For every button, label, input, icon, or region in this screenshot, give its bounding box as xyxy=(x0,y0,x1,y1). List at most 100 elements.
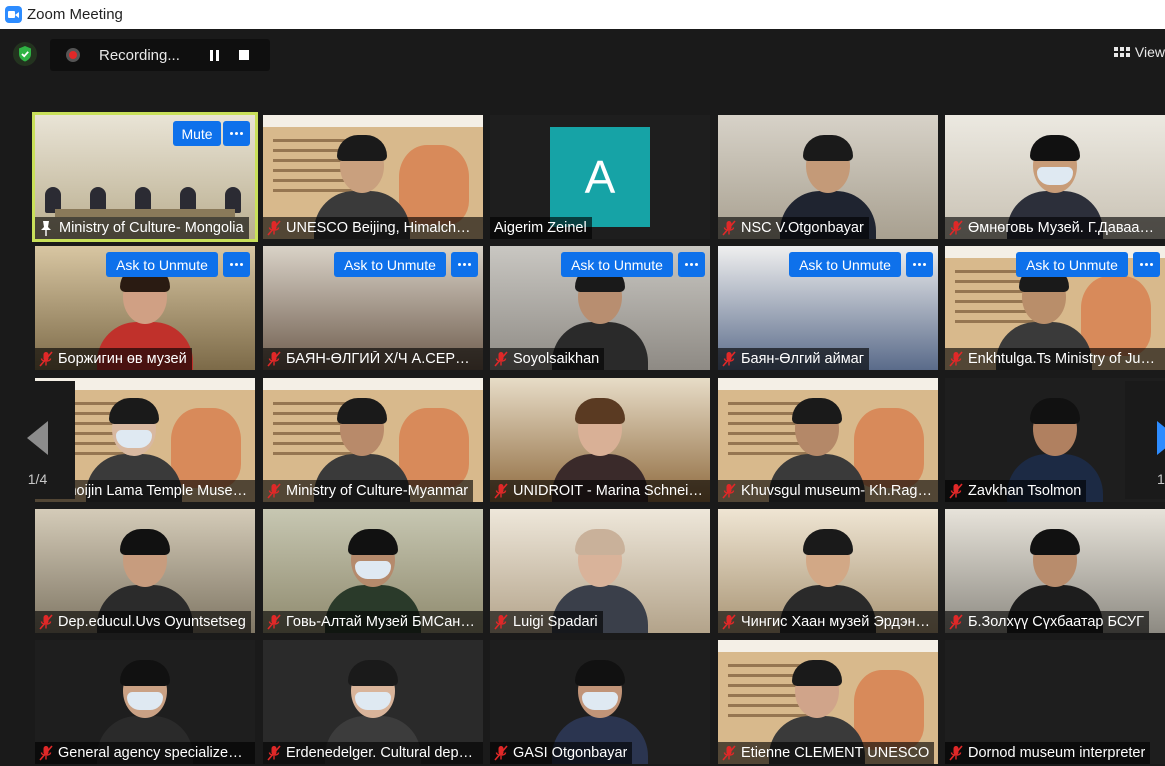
participant-tile[interactable]: Говь-Алтай Музей БМСанжаа xyxy=(263,509,483,633)
pin-icon xyxy=(41,221,51,236)
participant-tile[interactable]: Dornod museum interpreter xyxy=(945,640,1165,764)
participant-name-bar: Dep.educul.Uvs Oyuntsetseg xyxy=(35,611,251,633)
previous-page-nav[interactable]: 1/4 xyxy=(0,381,75,499)
participant-name-bar: Etienne CLEMENT UNESCO xyxy=(718,742,935,764)
right-arrow-icon[interactable] xyxy=(1157,421,1165,455)
participant-name-bar: Боржигин өв музей xyxy=(35,348,192,370)
zoom-logo-icon xyxy=(5,6,22,23)
participant-name: Ministry of Culture-Myanmar xyxy=(286,483,469,499)
participant-name-bar: Khuvsgul museum- Kh.Ragchaa xyxy=(718,480,938,502)
ask-to-unmute-button[interactable]: Ask to Unmute xyxy=(1016,252,1128,277)
muted-mic-icon xyxy=(494,614,508,630)
participant-tile[interactable]: Mute Ministry of Culture- Mongolia xyxy=(32,112,258,242)
muted-mic-icon xyxy=(267,351,281,367)
participant-name-bar: Aigerim Zeinel xyxy=(490,217,592,239)
participant-name-bar: General agency specialized inspection xyxy=(35,742,255,764)
participant-tile[interactable]: UNIDROIT - Marina Schneider xyxy=(490,378,710,502)
ask-to-unmute-button[interactable]: Ask to Unmute xyxy=(561,252,673,277)
ask-to-unmute-button[interactable]: Ask to Unmute xyxy=(789,252,901,277)
muted-mic-icon xyxy=(494,745,508,761)
page-indicator-left: 1/4 xyxy=(27,471,48,487)
muted-mic-icon xyxy=(722,745,736,761)
more-options-button[interactable] xyxy=(223,121,250,146)
mute-button[interactable]: Mute xyxy=(173,121,221,146)
participant-tile[interactable]: General agency specialized inspection xyxy=(35,640,255,764)
participant-tile[interactable]: Dep.educul.Uvs Oyuntsetseg xyxy=(35,509,255,633)
view-button[interactable]: View xyxy=(1105,43,1165,61)
participant-name-bar: Ministry of Culture- Mongolia xyxy=(35,217,249,239)
participant-tile[interactable]: A Aigerim Zeinel xyxy=(490,115,710,239)
participant-name-bar: NSC V.Otgonbayar xyxy=(718,217,869,239)
muted-mic-icon xyxy=(267,614,281,630)
participant-tile[interactable]: Ask to Unmute БАЯН-ӨЛГИЙ Х/Ч А.СЕРИКБОЛ xyxy=(263,246,483,370)
participant-tile[interactable]: GASI Otgonbayar xyxy=(490,640,710,764)
participant-tile[interactable]: Khuvsgul museum- Kh.Ragchaa xyxy=(718,378,938,502)
participant-name: Khuvsgul museum- Kh.Ragchaa xyxy=(741,483,933,499)
participant-tile[interactable]: Etienne CLEMENT UNESCO xyxy=(718,640,938,764)
muted-mic-icon xyxy=(267,745,281,761)
participant-tile[interactable]: Ask to Unmute Баян-Өлгий аймаг xyxy=(718,246,938,370)
participant-tile[interactable]: Ask to Unmute Soyolsaikhan xyxy=(490,246,710,370)
muted-mic-icon xyxy=(494,351,508,367)
next-page-nav[interactable]: 1/4 xyxy=(1125,381,1165,499)
participant-tile[interactable]: UNESCO Beijing, Himalchuli Gurung xyxy=(263,115,483,239)
participant-name-bar: Говь-Алтай Музей БМСанжаа xyxy=(263,611,483,633)
participant-tile[interactable]: Ask to Unmute Enkhtulga.Ts Ministry of Ju… xyxy=(945,246,1165,370)
muted-mic-icon xyxy=(267,220,281,236)
participant-name-bar: Soyolsaikhan xyxy=(490,348,605,370)
participant-name: Luigi Spadari xyxy=(513,614,598,630)
pause-recording-button[interactable] xyxy=(199,39,229,71)
participant-name: General agency specialized inspection xyxy=(58,745,250,761)
pause-icon xyxy=(209,49,213,61)
participant-name: NSC V.Otgonbayar xyxy=(741,220,864,236)
participant-name-bar: UNIDROIT - Marina Schneider xyxy=(490,480,710,502)
avatar: A xyxy=(550,127,650,227)
page-indicator-right: 1/4 xyxy=(1157,471,1165,487)
encryption-shield-icon[interactable] xyxy=(13,42,37,66)
participant-tile[interactable]: Erdenedelger. Cultural department xyxy=(263,640,483,764)
participant-name: Erdenedelger. Cultural department xyxy=(286,745,478,761)
participant-name: Zavkhan Tsolmon xyxy=(968,483,1082,499)
participant-tile[interactable]: Luigi Spadari xyxy=(490,509,710,633)
participant-name: UNIDROIT - Marina Schneider xyxy=(513,483,705,499)
stop-icon xyxy=(239,50,249,60)
participant-name: Etienne CLEMENT UNESCO xyxy=(741,745,930,761)
muted-mic-icon xyxy=(494,483,508,499)
more-options-button[interactable] xyxy=(678,252,705,277)
recording-indicator: Recording... xyxy=(50,39,270,71)
participant-name-bar: Баян-Өлгий аймаг xyxy=(718,348,870,370)
participant-tile[interactable]: Ask to Unmute Боржигин өв музей xyxy=(35,246,255,370)
participant-tile[interactable]: Ministry of Culture-Myanmar xyxy=(263,378,483,502)
participant-tile[interactable]: Б.Золхүү Сүхбаатар БСУГ xyxy=(945,509,1165,633)
participant-tile[interactable]: Чингис Хаан музей Эрдэнэчимэг xyxy=(718,509,938,633)
participant-name-bar: Erdenedelger. Cultural department xyxy=(263,742,483,764)
more-options-button[interactable] xyxy=(451,252,478,277)
participant-name: Choijin Lama Temple Museum xyxy=(58,483,250,499)
participant-name-bar: Zavkhan Tsolmon xyxy=(945,480,1087,502)
window-titlebar: Zoom Meeting xyxy=(0,0,1165,29)
participant-tile[interactable]: NSC V.Otgonbayar xyxy=(718,115,938,239)
participant-name-bar: Dornod museum interpreter xyxy=(945,742,1151,764)
muted-mic-icon xyxy=(949,351,963,367)
more-options-button[interactable] xyxy=(1133,252,1160,277)
more-options-button[interactable] xyxy=(906,252,933,277)
participant-name: Dornod museum interpreter xyxy=(968,745,1146,761)
ask-to-unmute-button[interactable]: Ask to Unmute xyxy=(106,252,218,277)
participant-name-bar: Ministry of Culture-Myanmar xyxy=(263,480,474,502)
participant-name: Ministry of Culture- Mongolia xyxy=(59,220,244,236)
muted-mic-icon xyxy=(949,745,963,761)
participant-name: Dep.educul.Uvs Oyuntsetseg xyxy=(58,614,246,630)
muted-mic-icon xyxy=(722,614,736,630)
left-arrow-icon[interactable] xyxy=(27,421,48,455)
participant-tile[interactable]: Өмнөговь Музей. Г.Даваасүрэн xyxy=(945,115,1165,239)
recording-label: Recording... xyxy=(99,46,180,64)
stop-recording-button[interactable] xyxy=(229,39,259,71)
pause-icon-bar xyxy=(215,49,219,61)
muted-mic-icon xyxy=(722,351,736,367)
meeting-topbar: Recording... View xyxy=(0,29,1165,79)
participant-name: Чингис Хаан музей Эрдэнэчимэг xyxy=(741,614,933,630)
participant-name-bar: Өмнөговь Музей. Г.Даваасүрэн xyxy=(945,217,1165,239)
participant-name-bar: Б.Золхүү Сүхбаатар БСУГ xyxy=(945,611,1149,633)
ask-to-unmute-button[interactable]: Ask to Unmute xyxy=(334,252,446,277)
more-options-button[interactable] xyxy=(223,252,250,277)
